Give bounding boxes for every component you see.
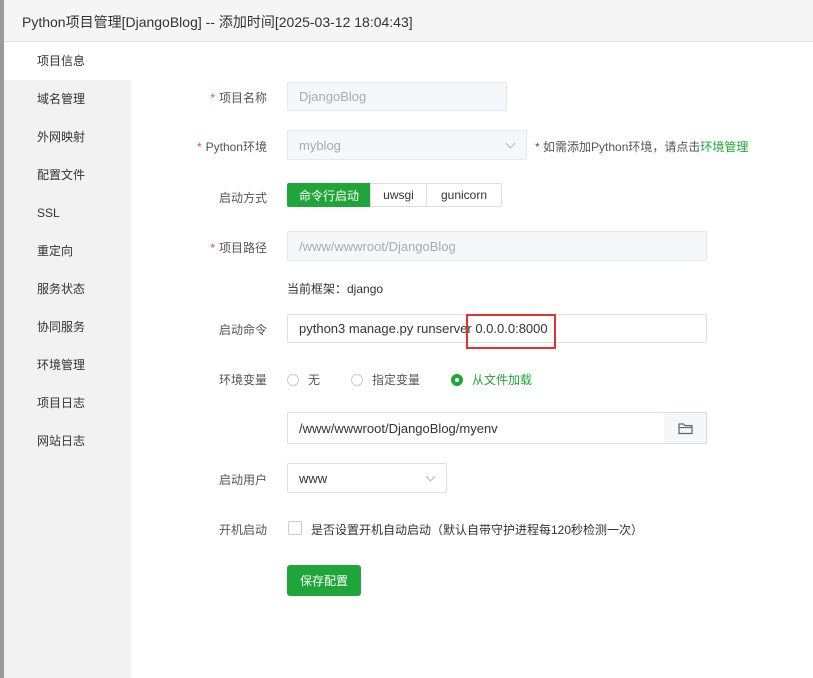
sidebar-item-service-status[interactable]: 服务状态 [4, 270, 131, 308]
sidebar-item-config-file[interactable]: 配置文件 [4, 156, 131, 194]
start-user-select[interactable]: www [287, 463, 447, 493]
start-command-label: 启动命令 [218, 323, 267, 337]
sidebar: 项目信息 域名管理 外网映射 配置文件 SSL 重定向 服务状态 协同服务 环境… [4, 42, 131, 678]
required-mark: * [210, 91, 215, 105]
env-vars-label: 环境变量 [218, 373, 267, 387]
sidebar-item-domain[interactable]: 域名管理 [4, 80, 131, 118]
project-name-input[interactable]: DjangoBlog [287, 82, 507, 111]
start-mode-cli[interactable]: 命令行启动 [287, 183, 371, 207]
sidebar-item-env-management[interactable]: 环境管理 [4, 346, 131, 384]
env-radio-from-file[interactable]: 从文件加载 [451, 371, 532, 388]
python-env-select[interactable]: myblog [287, 130, 527, 160]
project-name-label: * 项目名称 [210, 91, 267, 105]
start-mode-label: 启动方式 [218, 191, 267, 205]
sidebar-item-redirect[interactable]: 重定向 [4, 232, 131, 270]
highlight-box [466, 314, 556, 349]
autostart-text: 是否设置开机自动启动（默认自带守护进程每120秒检测一次） [311, 523, 644, 537]
env-management-link[interactable]: 环境管理 [700, 140, 748, 154]
env-file-input[interactable]: /www/wwwroot/DjangoBlog/myenv [287, 412, 665, 444]
sidebar-item-site-log[interactable]: 网站日志 [4, 422, 131, 460]
radio-circle [451, 373, 463, 386]
select-file-button[interactable] [664, 412, 707, 444]
title-bar: Python项目管理[DjangoBlog] -- 添加时间[2025-03-1… [4, 0, 813, 42]
save-config-button[interactable]: 保存配置 [287, 565, 361, 596]
sidebar-item-project-log[interactable]: 项目日志 [4, 384, 131, 422]
project-path-label: * 项目路径 [210, 241, 267, 255]
required-mark: * [210, 241, 215, 255]
required-mark: * [196, 140, 202, 154]
autostart-label: 开机启动 [218, 523, 267, 537]
env-radio-none[interactable]: 无 [287, 371, 320, 388]
sidebar-item-collab-service[interactable]: 协同服务 [4, 308, 131, 346]
folder-icon [677, 422, 693, 434]
start-mode-uwsgi[interactable]: uwsgi [370, 183, 427, 207]
python-env-hint: * 如需添加Python环境，请点击环境管理 [535, 140, 749, 154]
start-mode-gunicorn[interactable]: gunicorn [426, 183, 502, 207]
chevron-down-icon [425, 471, 436, 482]
framework-text: 当前框架：django [287, 282, 384, 296]
sidebar-item-ssl[interactable]: SSL [4, 194, 131, 232]
radio-circle [351, 373, 363, 386]
python-env-label: * Python环境 [196, 140, 267, 154]
start-user-label: 启动用户 [218, 473, 267, 487]
sidebar-item-external-mapping[interactable]: 外网映射 [4, 118, 131, 156]
radio-circle [287, 373, 299, 386]
project-path-input[interactable]: /www/wwwroot/DjangoBlog [287, 231, 707, 261]
window-title: Python项目管理[DjangoBlog] -- 添加时间[2025-03-1… [22, 14, 413, 30]
autostart-checkbox[interactable] [288, 521, 302, 535]
env-radio-specify[interactable]: 指定变量 [351, 371, 420, 388]
sidebar-item-project-info[interactable]: 项目信息 [4, 42, 131, 80]
chevron-down-icon [505, 138, 516, 149]
